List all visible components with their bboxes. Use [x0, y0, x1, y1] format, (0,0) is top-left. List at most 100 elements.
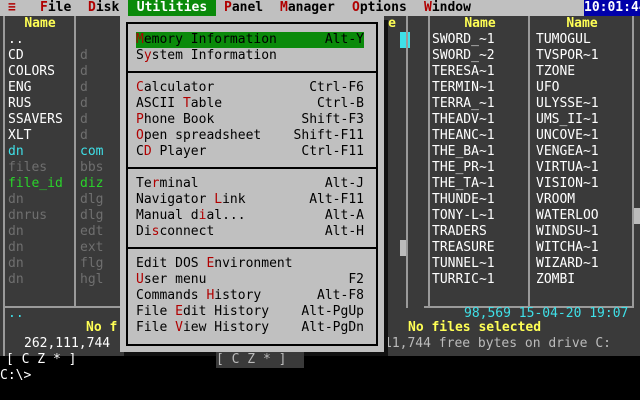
utilities-menu-item[interactable]: ASCII Table Ctrl-B: [136, 96, 364, 112]
left-file-ext: flg: [80, 256, 104, 271]
left-file-item[interactable]: dn: [8, 256, 24, 272]
utilities-menu-item[interactable]: Edit DOS Environment: [136, 256, 364, 272]
left-file-item[interactable]: SSAVERS: [8, 112, 63, 128]
command-line[interactable]: C:\>: [0, 368, 640, 384]
left-file-item[interactable]: ENG: [8, 80, 31, 96]
right-file-panel[interactable]: Name Name SWORD_~1 SWORD_~2 TERESA~1 TERMIN…: [384, 16, 640, 356]
left-file-item[interactable]: COLORS: [8, 64, 55, 80]
menu-panel[interactable]: Panel: [224, 0, 263, 16]
right-file-item[interactable]: THUNDE~1: [432, 192, 495, 208]
menu-separator: [128, 247, 376, 249]
menu-shortcut: F2: [348, 272, 364, 287]
right-file-item[interactable]: THE_BA~1: [432, 144, 495, 160]
right-file-item[interactable]: TERRA_~1: [432, 96, 495, 112]
right-file-item[interactable]: WATERLOO: [536, 208, 599, 224]
right-file-item[interactable]: TVSPOR~1: [536, 48, 599, 64]
right-file-item[interactable]: UNCOVE~1: [536, 128, 599, 144]
utilities-menu-item[interactable]: Commands History Alt-F8: [136, 288, 364, 304]
right-file-item[interactable]: TONY-L~1: [432, 208, 495, 224]
left-file-ext: d: [80, 64, 88, 79]
right-file-item[interactable]: TERESA~1: [432, 64, 495, 80]
utilities-menu-item[interactable]: Calculator Ctrl-F6: [136, 80, 364, 96]
right-file-item[interactable]: SWORD_~1: [432, 32, 495, 48]
middle-cursor: [400, 32, 410, 48]
right-file-item[interactable]: WINDSU~1: [536, 224, 599, 240]
left-file-ext: bbs: [80, 160, 104, 175]
right-file-item[interactable]: VIRTUA~1: [536, 160, 599, 176]
utilities-menu-item[interactable]: Memory Information Alt-Y: [136, 32, 364, 48]
utilities-menu-item[interactable]: Disconnect Alt-H: [136, 224, 364, 240]
menu-shortcut: Alt-PgUp: [301, 304, 364, 319]
left-file-item[interactable]: files: [8, 160, 47, 176]
right-file-item[interactable]: WIZARD~1: [536, 256, 599, 272]
left-bottom-path: ..: [8, 306, 24, 321]
utilities-menu-item[interactable]: Phone Book Shift-F3: [136, 112, 364, 128]
utilities-menu-item[interactable]: User menu F2: [136, 272, 364, 288]
menu-shortcut: Alt-H: [324, 224, 364, 239]
menu-shortcut: Alt-F11: [309, 192, 364, 207]
utilities-menu-item[interactable]: System Information: [136, 48, 364, 64]
right-scroll-thumb[interactable]: [634, 208, 640, 224]
middle-col-header: e: [388, 16, 396, 31]
left-file-item[interactable]: dn: [8, 272, 24, 288]
status-bar: [0, 384, 640, 400]
left-file-ext: hgl: [80, 272, 104, 287]
left-file-item[interactable]: dn: [8, 224, 24, 240]
left-file-panel[interactable]: Name .. CD d COLORS d ENG d RUS d SSAVERS d XLT d dn c…: [0, 16, 124, 367]
menu-disk[interactable]: Disk: [88, 0, 119, 16]
right-file-item[interactable]: WITCHA~1: [536, 240, 599, 256]
left-file-item[interactable]: dn: [8, 240, 24, 256]
right-file-item[interactable]: TURRIC~1: [432, 272, 495, 288]
right-file-item[interactable]: THEADV~1: [432, 112, 495, 128]
right-file-item[interactable]: VROOM: [536, 192, 575, 208]
menu-window[interactable]: Window: [424, 0, 471, 16]
left-drive-selector[interactable]: [ C Z * ]: [6, 352, 76, 368]
menu-file[interactable]: File: [40, 0, 71, 16]
right-file-item[interactable]: THE_TA~1: [432, 176, 495, 192]
left-file-item[interactable]: RUS: [8, 96, 31, 112]
utilities-menu-item[interactable]: Navigator Link Alt-F11: [136, 192, 364, 208]
mid-drive-selector[interactable]: [ C Z * ]: [216, 352, 304, 368]
right-file-item[interactable]: ZOMBI: [536, 272, 575, 288]
right-file-item[interactable]: TERMIN~1: [432, 80, 495, 96]
left-file-item[interactable]: ..: [8, 32, 24, 48]
left-file-ext: d: [80, 48, 88, 63]
utilities-menu-item[interactable]: Open spreadsheet Shift-F11: [136, 128, 364, 144]
right-file-item[interactable]: TUMOGUL: [536, 32, 591, 48]
left-file-ext: d: [80, 80, 88, 95]
menu-shortcut: Ctrl-F6: [309, 80, 364, 95]
left-file-item[interactable]: file_id: [8, 176, 63, 192]
right-file-item[interactable]: THE_PR~1: [432, 160, 495, 176]
right-file-item[interactable]: TRADERS: [432, 224, 487, 240]
right-file-item[interactable]: THEANC~1: [432, 128, 495, 144]
right-file-item[interactable]: UMS_II~1: [536, 112, 599, 128]
menu-manager[interactable]: Manager: [280, 0, 335, 16]
clock: 10:01:44: [584, 0, 640, 16]
menu-shortcut: Alt-A: [324, 208, 364, 223]
system-menu-icon[interactable]: ≡: [8, 0, 32, 16]
utilities-menu-item[interactable]: File View History Alt-PgDn: [136, 320, 364, 336]
left-file-ext: d: [80, 112, 88, 127]
right-file-item[interactable]: ULYSSE~1: [536, 96, 599, 112]
utilities-menu-item[interactable]: Manual dial... Alt-A: [136, 208, 364, 224]
right-file-item[interactable]: SWORD_~2: [432, 48, 495, 64]
menu-utilities[interactable]: Utilities: [128, 0, 216, 16]
right-file-item[interactable]: TREASURE: [432, 240, 495, 256]
menu-shortcut: Ctrl-F11: [301, 144, 364, 159]
left-file-item[interactable]: dn: [8, 192, 24, 208]
left-file-item[interactable]: dn: [8, 144, 24, 160]
utilities-menu-item[interactable]: File Edit History Alt-PgUp: [136, 304, 364, 320]
right-file-item[interactable]: TZONE: [536, 64, 575, 80]
menu-separator: [128, 167, 376, 169]
right-file-item[interactable]: VISION~1: [536, 176, 599, 192]
right-file-item[interactable]: UFO: [536, 80, 559, 96]
left-file-item[interactable]: dnrus: [8, 208, 47, 224]
right-free-bytes: 11,744 free bytes on drive C:: [384, 336, 611, 351]
left-file-item[interactable]: XLT: [8, 128, 31, 144]
right-file-item[interactable]: TUNNEL~1: [432, 256, 495, 272]
menu-options[interactable]: Options: [352, 0, 407, 16]
utilities-menu-item[interactable]: CD Player Ctrl-F11: [136, 144, 364, 160]
left-file-item[interactable]: CD: [8, 48, 24, 64]
utilities-menu-item[interactable]: Terminal Alt-J: [136, 176, 364, 192]
right-file-item[interactable]: VENGEA~1: [536, 144, 599, 160]
